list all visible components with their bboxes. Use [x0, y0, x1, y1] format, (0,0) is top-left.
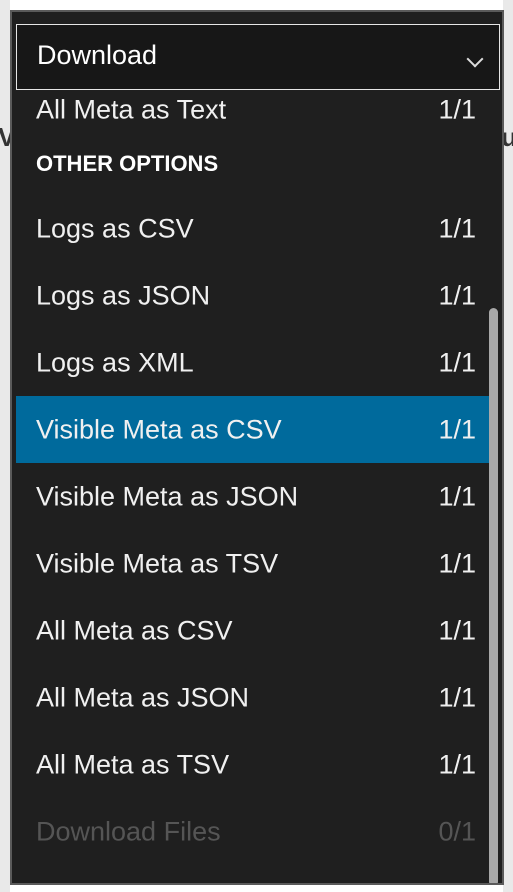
download-dropdown[interactable]: Download All Meta as Text 1/1 OTHER OPTI…	[10, 10, 504, 885]
menu-item-count: 1/1	[438, 481, 476, 511]
section-header-label: OTHER OPTIONS	[36, 150, 219, 176]
menu-item-label: Logs as XML	[36, 347, 194, 377]
menu-item-label: Visible Meta as CSV	[36, 414, 282, 444]
menu-item-logs-as-xml[interactable]: Logs as XML 1/1	[16, 329, 496, 396]
download-select-label: Download	[37, 40, 158, 70]
menu-item-label: Logs as JSON	[36, 280, 211, 310]
menu-scrollbar-thumb[interactable]	[489, 308, 498, 883]
menu-item-label: All Meta as JSON	[36, 682, 250, 712]
menu-item-label: All Meta as TSV	[36, 749, 230, 779]
menu-item-label: All Meta as Text	[36, 94, 227, 125]
download-options-menu: All Meta as Text 1/1 OTHER OPTIONS Logs …	[16, 92, 496, 865]
menu-item-count: 1/1	[438, 347, 476, 377]
menu-item-count: 1/1	[438, 213, 476, 243]
menu-item-label: All Meta as CSV	[36, 615, 233, 645]
download-select[interactable]: Download	[16, 24, 500, 90]
menu-item-count: 1/1	[438, 682, 476, 712]
menu-item-count: 1/1	[438, 280, 476, 310]
menu-item-visible-meta-as-json[interactable]: Visible Meta as JSON 1/1	[16, 463, 496, 530]
menu-item-count: 1/1	[438, 414, 476, 444]
chevron-down-icon[interactable]	[466, 50, 484, 68]
menu-item-count: 1/1	[438, 548, 476, 578]
menu-item-logs-as-csv[interactable]: Logs as CSV 1/1	[16, 195, 496, 262]
menu-item-count: 1/1	[438, 749, 476, 779]
section-header-other-options: OTHER OPTIONS	[16, 132, 496, 195]
menu-item-logs-as-json[interactable]: Logs as JSON 1/1	[16, 262, 496, 329]
menu-item-visible-meta-as-csv[interactable]: Visible Meta as CSV 1/1	[16, 396, 496, 463]
menu-item-count: 1/1	[438, 615, 476, 645]
menu-item-visible-meta-as-tsv[interactable]: Visible Meta as TSV 1/1	[16, 530, 496, 597]
menu-item-all-meta-as-json[interactable]: All Meta as JSON 1/1	[16, 664, 496, 731]
menu-item-count: 0/1	[438, 816, 476, 846]
menu-item-count: 1/1	[438, 94, 476, 125]
menu-item-label: Visible Meta as JSON	[36, 481, 299, 511]
menu-item-all-meta-as-tsv[interactable]: All Meta as TSV 1/1	[16, 731, 496, 798]
menu-item-label: Download Files	[36, 816, 221, 846]
menu-item-download-files: Download Files 0/1	[16, 798, 496, 865]
menu-item-label: Visible Meta as TSV	[36, 548, 279, 578]
menu-item-all-meta-as-text[interactable]: All Meta as Text 1/1	[16, 92, 496, 132]
menu-item-all-meta-as-csv[interactable]: All Meta as CSV 1/1	[16, 597, 496, 664]
menu-item-label: Logs as CSV	[36, 213, 194, 243]
